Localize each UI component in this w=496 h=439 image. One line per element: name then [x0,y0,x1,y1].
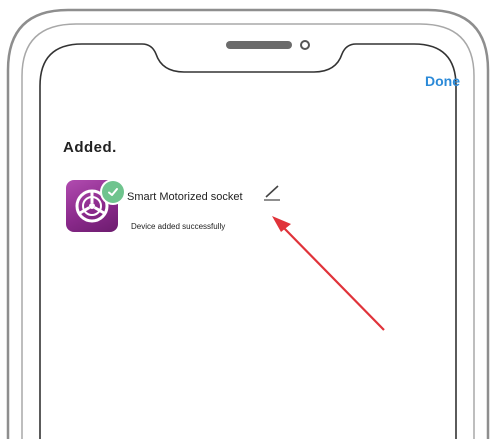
check-icon [102,181,124,203]
camera-icon [300,40,310,50]
device-status: Device added successfully [131,222,226,231]
device-name: Smart Motorized socket [127,191,243,203]
done-button[interactable]: Done [425,73,460,89]
page-title: Added. [63,139,117,156]
speaker-grille [226,41,292,49]
pencil-icon[interactable] [262,182,282,202]
